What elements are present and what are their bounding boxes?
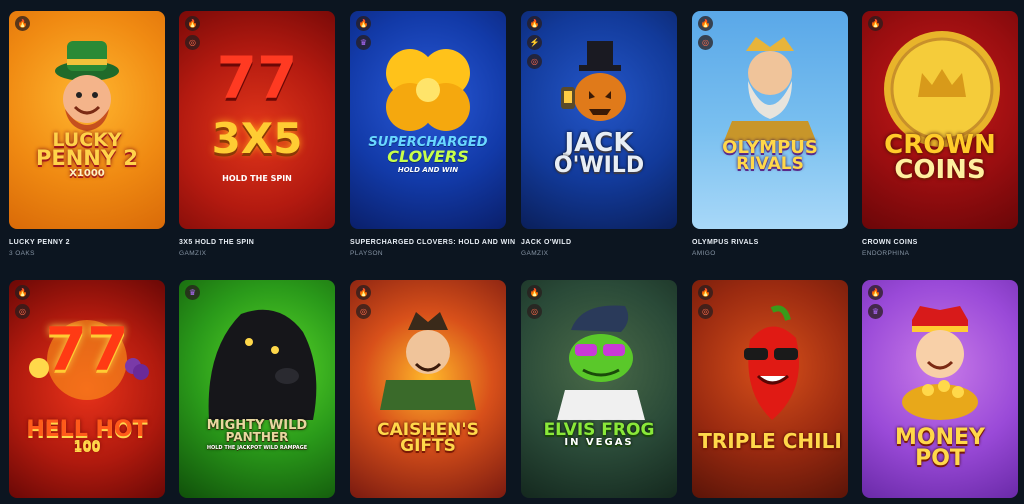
game-card-elvis-frog[interactable]: 🔥 ◎ ELVIS FROG IN VEGAS (521, 280, 677, 498)
game-grid: 🔥 LUCKY PENNY 2 X1000 LUCKY PENNY 2 3 OA… (0, 0, 1024, 504)
badge-group: 🔥 ◎ (15, 285, 30, 319)
multiplier-icon: ◎ (185, 35, 200, 50)
fire-icon: 🔥 (527, 285, 542, 300)
zeus-artwork (724, 37, 816, 141)
chili-artwork (744, 305, 799, 420)
caishen-artwork (380, 312, 476, 410)
game-title[interactable]: SUPERCHARGED CLOVERS: HOLD AND WIN (350, 239, 515, 246)
clover-artwork (386, 49, 470, 131)
badge-group: 🔥 (15, 16, 30, 31)
multiplier-icon: ◎ (698, 35, 713, 50)
fiery-sevens-artwork (29, 320, 149, 400)
game-logo: CROWN COINS (884, 130, 996, 185)
game-thumbnail[interactable]: 🔥 ◎ ELVIS FROG IN VEGAS (521, 280, 677, 498)
badge-group: 🔥 ◎ (356, 285, 371, 319)
game-provider: GAMZIX (179, 250, 207, 257)
game-logo: HELL HOT 100 (26, 417, 148, 454)
game-thumbnail[interactable]: 🔥 ♛ SUPERCHARGED CLOVERS HOLD AND WIN (350, 11, 506, 229)
game-card-triple-chili[interactable]: 🔥 ◎ TRIPLE CHILI (692, 280, 848, 498)
game-thumbnail[interactable]: 🔥 ◎ OLYMPUS RIVALS (692, 11, 848, 229)
fire-icon: 🔥 (868, 16, 883, 31)
pumpkin-artwork (561, 41, 626, 121)
game-provider: ENDORPHINA (862, 250, 910, 257)
multiplier-icon: ◎ (698, 304, 713, 319)
crown-icon: ♛ (185, 285, 200, 300)
game-logo: CAISHEN'S GIFTS (377, 420, 479, 457)
badge-group: 🔥 ◎ (527, 285, 542, 319)
game-thumbnail[interactable]: 🔥 ♛ MONEY POT (862, 280, 1018, 498)
elvis-frog-artwork (557, 305, 645, 420)
crown-icon: ♛ (356, 35, 371, 50)
badge-group: 🔥 ◎ (185, 16, 200, 50)
game-provider: PLAYSON (350, 250, 384, 257)
game-logo: JACK O'WILD (553, 128, 645, 178)
multiplier-icon: ◎ (527, 304, 542, 319)
game-provider: 3 OAKS (9, 250, 35, 257)
game-thumbnail[interactable]: 🔥 ◎ CAISHEN'S GIFTS (350, 280, 506, 498)
game-thumbnail[interactable]: 🔥 ◎ 77 3X5 HOLD THE SPIN (179, 11, 335, 229)
game-card-mighty-wild-panther[interactable]: ♛ MIGHTY WILD PANTHER HOLD THE JACKPOT W… (179, 280, 335, 498)
game-thumbnail[interactable]: 🔥 CROWN COINS (862, 11, 1018, 229)
game-logo: LUCKY PENNY 2 X1000 (35, 129, 139, 179)
fire-icon: 🔥 (698, 285, 713, 300)
game-card-lucky-penny-2[interactable]: 🔥 LUCKY PENNY 2 X1000 LUCKY PENNY 2 3 OA… (9, 11, 165, 257)
game-card-jack-o-wild[interactable]: 🔥 ⚡ ◎ JACK O'WILD JACK O'WILD GAMZIX (521, 11, 677, 257)
game-card-money-pot[interactable]: 🔥 ♛ MONEY POT (862, 280, 1018, 498)
gold-coin-artwork (884, 31, 1000, 147)
lucky-penny-artwork (55, 41, 119, 131)
badge-group: 🔥 ♛ (868, 285, 883, 319)
panther-artwork (208, 309, 317, 420)
crown-icon: ♛ (868, 304, 883, 319)
game-card-caishens-gifts[interactable]: 🔥 ◎ CAISHEN'S GIFTS (350, 280, 506, 498)
game-thumbnail[interactable]: 🔥 ◎ 77 HELL HOT 100 (9, 280, 165, 498)
game-logo: 3X5 (211, 114, 303, 163)
game-card-3x5-hold-the-spin[interactable]: 🔥 ◎ 77 3X5 HOLD THE SPIN 3X5 HOLD THE SP… (179, 11, 335, 257)
multiplier-icon: ◎ (527, 54, 542, 69)
game-logo: OLYMPUS RIVALS (722, 137, 818, 175)
fire-icon: 🔥 (698, 16, 713, 31)
multiplier-icon: ◎ (15, 304, 30, 319)
game-logo: TRIPLE CHILI (698, 429, 842, 453)
game-provider: AMIGO (692, 250, 716, 257)
fire-icon: 🔥 (15, 285, 30, 300)
badge-group: 🔥 ♛ (356, 16, 371, 50)
game-thumbnail[interactable]: 🔥 ⚡ ◎ JACK O'WILD (521, 11, 677, 229)
game-thumbnail[interactable]: 🔥 ◎ TRIPLE CHILI (692, 280, 848, 498)
game-thumbnail[interactable]: ♛ MIGHTY WILD PANTHER HOLD THE JACKPOT W… (179, 280, 335, 498)
game-logo-sevens: 77 (45, 315, 129, 385)
lightning-icon: ⚡ (527, 35, 542, 50)
game-card-crown-coins[interactable]: 🔥 CROWN COINS CROWN COINS ENDORPHINA (862, 11, 1018, 257)
game-provider: GAMZIX (521, 250, 549, 257)
badge-group: 🔥 ⚡ ◎ (527, 16, 542, 69)
game-title[interactable]: CROWN COINS (862, 239, 1018, 246)
game-card-supercharged-clovers[interactable]: 🔥 ♛ SUPERCHARGED CLOVERS HOLD AND WIN SU… (350, 11, 515, 257)
fire-icon: 🔥 (356, 285, 371, 300)
game-title[interactable]: 3X5 HOLD THE SPIN (179, 239, 335, 246)
game-logo: SUPERCHARGED CLOVERS HOLD AND WIN (368, 135, 488, 174)
game-title[interactable]: OLYMPUS RIVALS (692, 239, 848, 246)
game-logo: MIGHTY WILD PANTHER HOLD THE JACKPOT WIL… (206, 418, 308, 451)
fire-icon: 🔥 (185, 16, 200, 31)
game-thumbnail[interactable]: 🔥 LUCKY PENNY 2 X1000 (9, 11, 165, 229)
badge-group: 🔥 ◎ (698, 285, 713, 319)
game-card-olympus-rivals[interactable]: 🔥 ◎ OLYMPUS RIVALS OLYMPUS RIVALS AMIGO (692, 11, 848, 257)
game-title[interactable]: JACK O'WILD (521, 239, 677, 246)
game-logo-subtitle: HOLD THE SPIN (222, 174, 292, 183)
game-logo: MONEY POT (895, 425, 985, 471)
game-logo: ELVIS FROG IN VEGAS (543, 420, 655, 449)
fire-icon: 🔥 (868, 285, 883, 300)
badge-group: 🔥 ◎ (698, 16, 713, 50)
fire-icon: 🔥 (356, 16, 371, 31)
game-card-hell-hot-100[interactable]: 🔥 ◎ 77 HELL HOT 100 (9, 280, 165, 498)
fire-icon: 🔥 (15, 16, 30, 31)
badge-group: ♛ (185, 285, 200, 300)
game-logo-sevens: 77 (216, 44, 298, 112)
fire-icon: 🔥 (527, 16, 542, 31)
badge-group: 🔥 (868, 16, 883, 31)
game-title[interactable]: LUCKY PENNY 2 (9, 239, 165, 246)
multiplier-icon: ◎ (356, 304, 371, 319)
